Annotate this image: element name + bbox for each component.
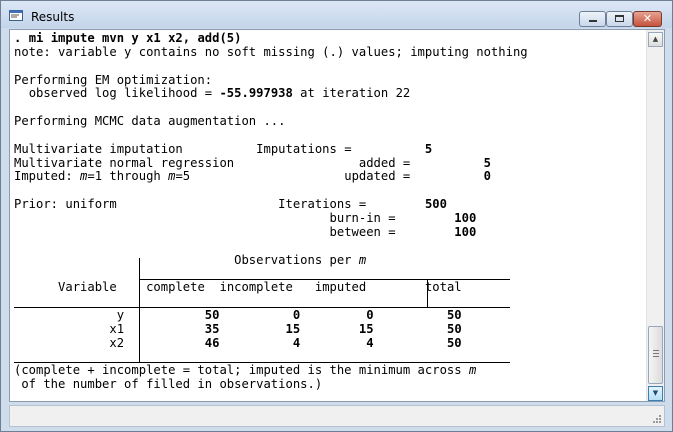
table-row-x2-variable: x2 (109, 335, 125, 350)
complete-column-header: complete (146, 280, 205, 295)
table-inner-vertical-rule (427, 279, 428, 307)
added-label: added = (358, 155, 411, 170)
table-row-x1-incomplete: 15 (285, 321, 301, 336)
summary-line2: Multivariate normal regression (14, 155, 235, 170)
em-loglik-label: observed log likelihood = (28, 86, 220, 101)
close-button[interactable]: ✕ (633, 11, 662, 27)
close-icon: ✕ (642, 12, 653, 25)
total-column-header: total (424, 280, 462, 295)
table-row-y-imputed: 0 (366, 307, 374, 322)
scroll-down-icon: ▼ (652, 389, 659, 397)
burnin-value: 100 (454, 210, 477, 225)
table-row-y-total: 50 (446, 307, 462, 322)
results-pane[interactable]: . mi impute mvn y x1 x2, add(5) note: va… (9, 29, 665, 402)
table-header-title: Observations per (234, 252, 359, 267)
results-window-icon (9, 10, 23, 21)
table-row-y-complete: 50 (204, 307, 220, 322)
scroll-up-button[interactable]: ▲ (648, 32, 663, 47)
imputed-column-header: imputed (314, 280, 367, 295)
updated-label: updated = (344, 169, 411, 184)
command-prompt: . (14, 32, 29, 45)
maximize-icon (615, 15, 624, 22)
between-value: 100 (454, 224, 477, 239)
added-value: 5 (483, 155, 491, 170)
prior-line: Prior: uniform (14, 197, 117, 212)
summary-line1: Multivariate imputation (14, 141, 183, 156)
scroll-up-icon: ▲ (652, 35, 659, 43)
table-row-x2-incomplete: 4 (292, 335, 301, 350)
window-title: Results (31, 10, 75, 24)
footnote-m: m (468, 363, 477, 378)
em-iteration: at iteration 22 (292, 86, 411, 101)
note-line: note: variable y contains no soft missin… (14, 44, 528, 59)
incomplete-column-header: incomplete (219, 280, 293, 295)
table-row-x1-variable: x1 (109, 321, 125, 336)
imputed-prefix: Imputed: (14, 169, 81, 184)
table-mid-rule (139, 279, 510, 280)
table-header-m: m (358, 252, 367, 267)
table-row-x2-imputed: 4 (366, 335, 374, 350)
em-loglik-value: -55.997938 (219, 86, 293, 101)
imputed-mid: =1 through (87, 169, 169, 184)
status-bar (9, 405, 665, 427)
variable-column-header: Variable (58, 280, 117, 295)
table-row-y-variable: y (116, 307, 125, 322)
table-bottom-rule (14, 362, 510, 363)
table-vertical-rule (139, 258, 140, 362)
footnote-line2: of the number of filled in observations.… (14, 377, 323, 392)
results-console: . mi impute mvn y x1 x2, add(5) note: va… (14, 32, 646, 401)
thumb-grip-icon (653, 353, 659, 354)
console-output: . mi impute mvn y x1 x2, add(5) note: va… (14, 32, 646, 392)
title-bar[interactable]: Results ✕ (1, 1, 672, 28)
scroll-down-button[interactable]: ▼ (648, 386, 663, 401)
scrollbar-thumb[interactable] (648, 326, 663, 384)
imputations-label: Imputations = (256, 141, 352, 156)
vertical-scrollbar[interactable]: ▲ ▼ (646, 30, 664, 401)
resize-grip-icon[interactable] (650, 412, 662, 424)
mcmc-heading: Performing MCMC data augmentation ... (14, 114, 286, 129)
table-row-x1-imputed: 15 (358, 321, 374, 336)
iterations-label: Iterations = (278, 197, 367, 212)
results-window: Results ✕ . mi impute mvn y x1 x2, add(5… (0, 0, 673, 432)
minimize-icon (589, 20, 597, 22)
maximize-button[interactable] (606, 11, 633, 27)
thumb-grip-icon (653, 350, 659, 351)
imputations-value: 5 (424, 141, 433, 156)
table-row-x1-total: 50 (446, 321, 462, 336)
thumb-grip-icon (653, 356, 659, 357)
minimize-button[interactable] (579, 11, 606, 27)
table-row-x2-complete: 46 (204, 335, 220, 350)
iterations-value: 500 (424, 197, 447, 212)
command-line: mi impute mvn y x1 x2, add(5) (28, 32, 242, 45)
between-label: between = (329, 224, 396, 239)
footnote-line1: (complete + incomplete = total; imputed … (14, 363, 469, 378)
table-row-x2-total: 50 (446, 335, 462, 350)
em-heading: Performing EM optimization: (14, 72, 213, 87)
updated-value: 0 (483, 169, 491, 184)
table-row-y-incomplete: 0 (292, 307, 301, 322)
table-row-x1-complete: 35 (204, 321, 220, 336)
imputed-end: =5 (175, 169, 191, 184)
table-header-rule (14, 307, 510, 308)
burnin-label: burn-in = (329, 210, 396, 225)
